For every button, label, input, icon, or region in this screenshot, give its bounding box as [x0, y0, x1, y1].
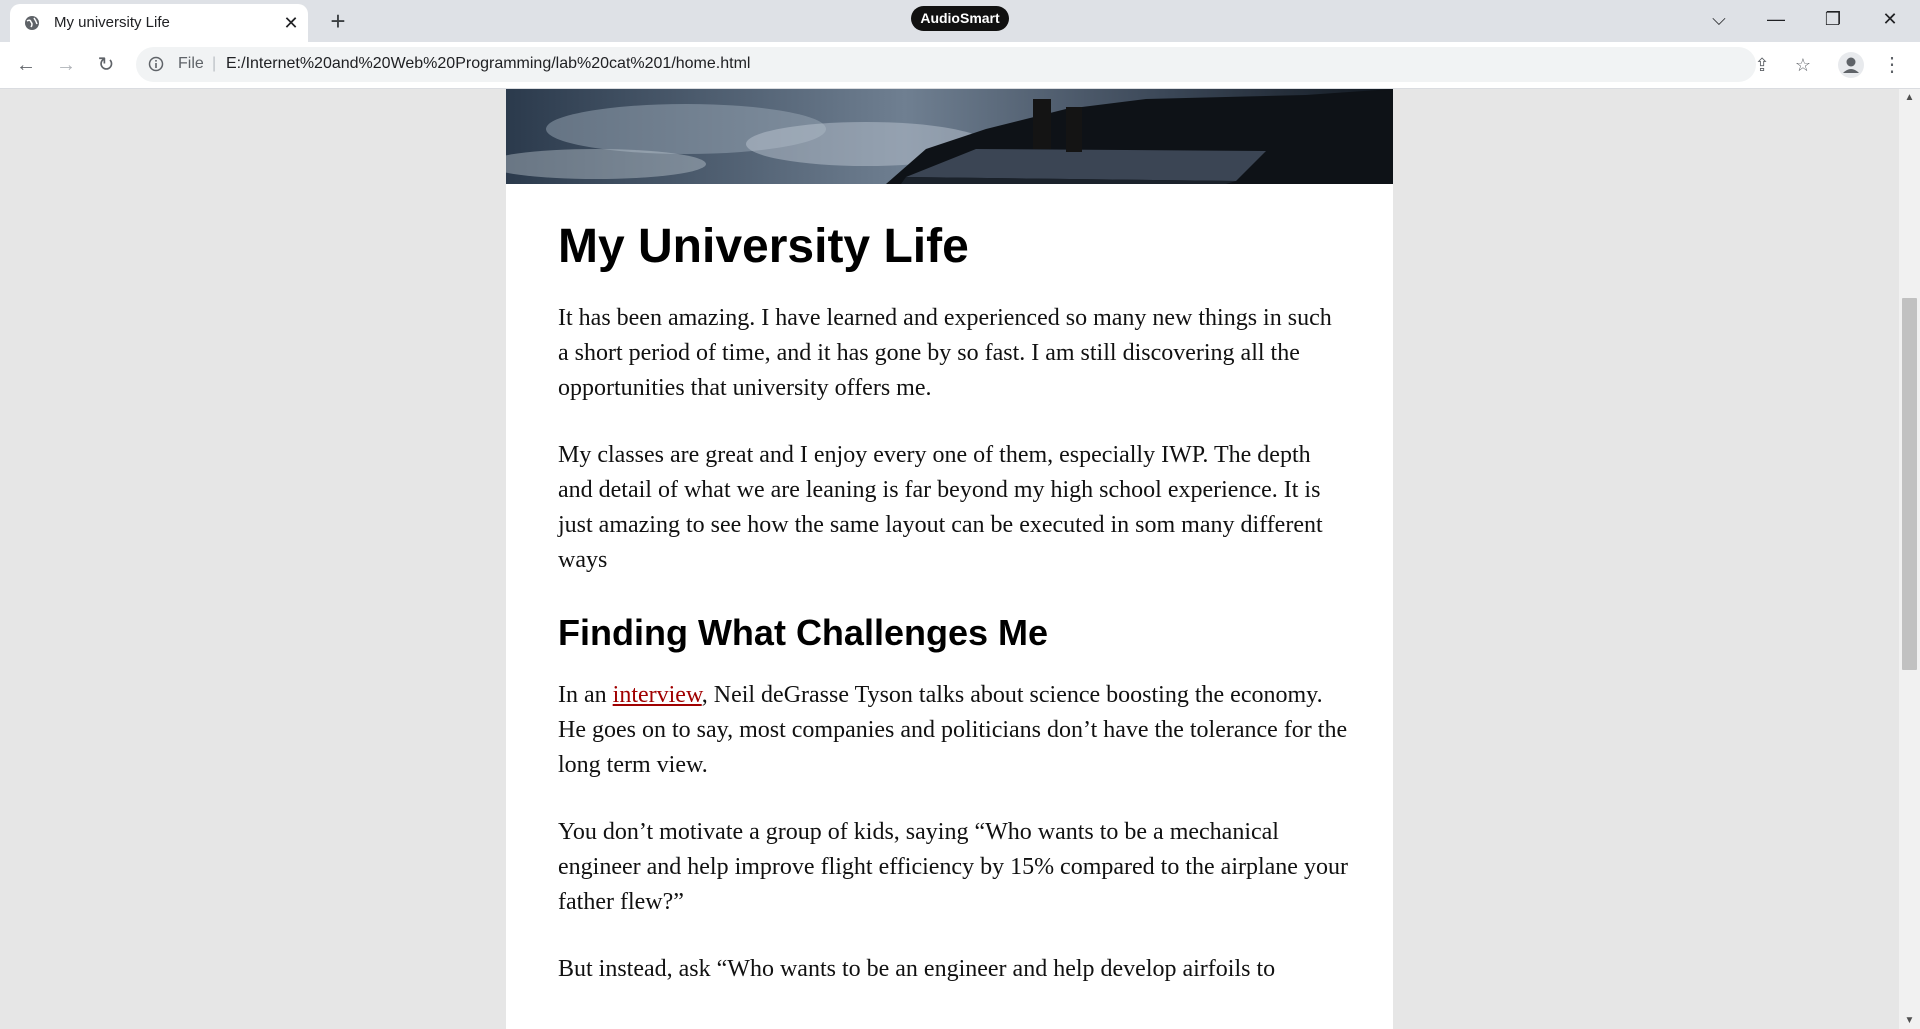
classes-paragraph: My classes are great and I enjoy every o… — [558, 442, 1323, 573]
interview-link[interactable]: interview — [613, 682, 702, 708]
content-card: My University Life It has been amazing. … — [506, 89, 1393, 1029]
back-arrow-icon[interactable]: ← — [12, 51, 40, 79]
star-icon[interactable]: ☆ — [1792, 54, 1814, 76]
restore-button[interactable]: ❐ — [1818, 6, 1848, 32]
tab-strip: My university Life ✕ + AudioSmart ⌵ — ❐ … — [0, 0, 1920, 42]
article: My University Life It has been amazing. … — [558, 219, 1348, 1019]
minimize-button[interactable]: — — [1761, 6, 1791, 32]
extension-badge[interactable]: AudioSmart — [911, 6, 1009, 31]
tab-search-icon[interactable]: ⌵ — [1704, 6, 1734, 32]
scroll-up-arrow-icon[interactable]: ▲ — [1899, 89, 1920, 106]
hero-image — [506, 89, 1393, 184]
engineer-paragraph: But instead, ask “Who wants to be an eng… — [558, 956, 1276, 982]
reload-icon[interactable]: ↻ — [92, 51, 120, 79]
browser-tab[interactable]: My university Life ✕ — [10, 4, 308, 42]
scheme-label: File — [178, 55, 204, 72]
browser-toolbar: ← → ↻ File | E:/Internet%20and%20Web%20P… — [0, 42, 1920, 89]
tab-title: My university Life — [54, 14, 170, 31]
close-window-button[interactable]: ✕ — [1875, 6, 1905, 32]
scroll-down-arrow-icon[interactable]: ▼ — [1899, 1012, 1920, 1029]
forward-arrow-icon[interactable]: → — [52, 51, 80, 79]
url-text[interactable]: E:/Internet%20and%20Web%20Programming/la… — [226, 55, 750, 73]
address-bar[interactable]: File | E:/Internet%20and%20Web%20Program… — [136, 47, 1811, 82]
page-viewport: My University Life It has been amazing. … — [0, 89, 1899, 1029]
info-icon[interactable] — [148, 56, 164, 72]
page-title: My University Life — [558, 220, 969, 273]
intro-paragraph: It has been amazing. I have learned and … — [558, 305, 1332, 401]
interview-paragraph: In an interview, Neil deGrasse Tyson tal… — [558, 678, 1348, 783]
globe-icon — [25, 16, 39, 30]
new-tab-button[interactable]: + — [324, 8, 352, 36]
scrollbar-thumb[interactable] — [1902, 298, 1917, 670]
kebab-menu-icon[interactable]: ⋮ — [1882, 51, 1902, 79]
motivation-paragraph: You don’t motivate a group of kids, sayi… — [558, 819, 1348, 915]
section-heading: Finding What Challenges Me — [558, 612, 1049, 653]
close-tab-icon[interactable]: ✕ — [281, 13, 301, 33]
profile-icon[interactable] — [1838, 52, 1864, 78]
vertical-scrollbar[interactable]: ▲ ▼ — [1899, 89, 1920, 1029]
interview-text-before: In an — [558, 682, 613, 708]
share-icon[interactable]: ⇪ — [1751, 54, 1773, 76]
scheme-separator: | — [212, 55, 217, 72]
